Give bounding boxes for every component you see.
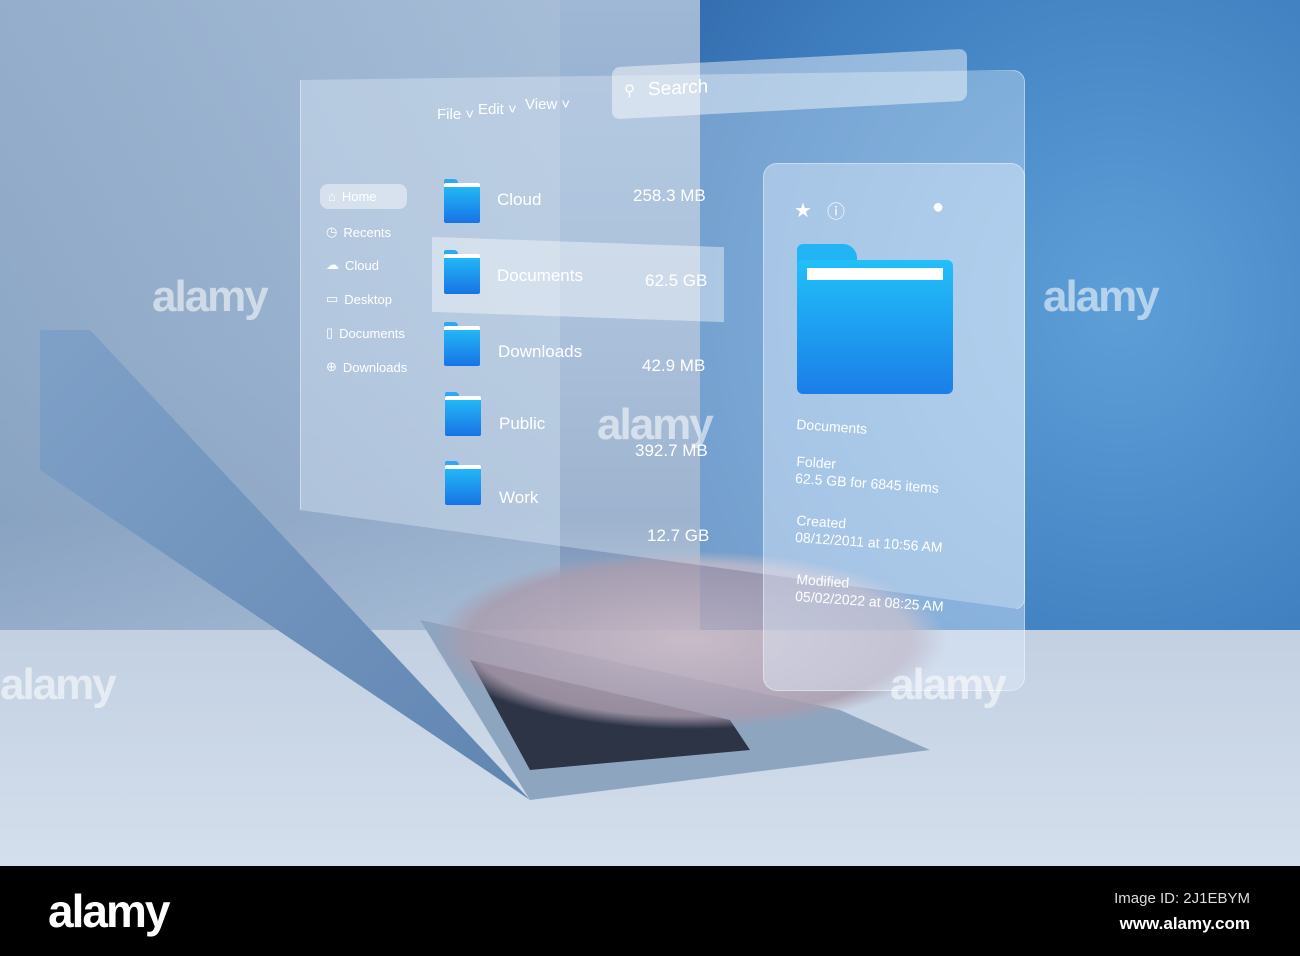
menu-file[interactable]: File ˅ xyxy=(437,106,474,123)
sidebar-item-cloud[interactable]: ☁ Cloud xyxy=(326,257,379,273)
folder-icon xyxy=(444,322,480,366)
image-id: Image ID: 2J1EBYM xyxy=(1114,890,1250,907)
file-name: Cloud xyxy=(497,190,542,209)
site-url: www.alamy.com xyxy=(1119,914,1250,933)
watermark: alamy xyxy=(597,400,714,449)
sidebar-item-recents[interactable]: ◷ Recents xyxy=(326,224,391,240)
file-name: Documents xyxy=(497,266,583,285)
menu-edit-label: Edit xyxy=(478,101,504,118)
sidebar-item-documents[interactable]: ▯ Documents xyxy=(326,325,405,341)
folder-icon xyxy=(444,179,480,223)
sidebar-item-label: Downloads xyxy=(342,359,408,375)
download-icon: ⊕ xyxy=(326,359,337,374)
large-folder-icon xyxy=(797,244,953,394)
folder-icon xyxy=(445,461,481,505)
document-icon: ▯ xyxy=(326,325,334,340)
home-icon: ⌂ xyxy=(328,189,336,204)
menu-view-label: View xyxy=(525,96,558,113)
file-name: Downloads xyxy=(498,342,583,361)
sidebar-item-label: Home xyxy=(341,189,377,204)
chevron-down-icon: ˅ xyxy=(461,106,475,123)
folder-icon xyxy=(444,250,480,294)
file-size: 62.5 GB xyxy=(645,271,708,290)
sidebar-item-label: Desktop xyxy=(344,291,392,307)
star-icon[interactable]: ★ xyxy=(794,198,812,223)
search-placeholder: Search xyxy=(648,76,709,101)
menu-view[interactable]: View ˅ xyxy=(525,96,570,113)
file-name: Work xyxy=(499,488,539,507)
info-icon[interactable]: ⓘ xyxy=(827,198,845,224)
sidebar-item-label: Cloud xyxy=(345,257,379,273)
cloud-icon: ☁ xyxy=(326,257,339,272)
user-icon[interactable]: ● xyxy=(932,196,944,219)
watermark: alamy xyxy=(152,272,269,321)
watermark: alamy xyxy=(890,660,1007,709)
menu-file-label: File xyxy=(437,106,462,123)
sidebar-item-desktop[interactable]: ▭ Desktop xyxy=(326,291,392,307)
desktop-icon: ▭ xyxy=(326,291,339,306)
chevron-down-icon: ˅ xyxy=(503,101,517,118)
clock-icon: ◷ xyxy=(326,224,338,239)
sidebar-item-label: Recents xyxy=(343,224,392,240)
file-size: 12.7 GB xyxy=(647,526,710,545)
watermark: alamy xyxy=(1043,272,1160,321)
file-name: Public xyxy=(499,414,546,433)
search-icon: ⚲ xyxy=(624,82,635,100)
footer-bar: alamy Image ID: 2J1EBYM www.alamy.com xyxy=(0,866,1300,956)
sidebar-item-label: Documents xyxy=(339,325,405,341)
file-size: 42.9 MB xyxy=(642,356,706,375)
file-size: 258.3 MB xyxy=(633,186,706,205)
sidebar-item-home[interactable]: ⌂ Home xyxy=(320,184,407,209)
folder-icon xyxy=(445,392,481,436)
photo-scene: File ˅ Edit ˅ View ˅ ⚲ Search ⌂ Home ◷ Rec… xyxy=(0,0,1300,866)
sidebar-item-downloads[interactable]: ⊕ Downloads xyxy=(326,359,407,375)
watermark: alamy xyxy=(0,660,117,709)
menu-edit[interactable]: Edit ˅ xyxy=(478,101,517,118)
chevron-down-icon: ˅ xyxy=(557,96,571,113)
alamy-logo: alamy xyxy=(48,885,170,937)
